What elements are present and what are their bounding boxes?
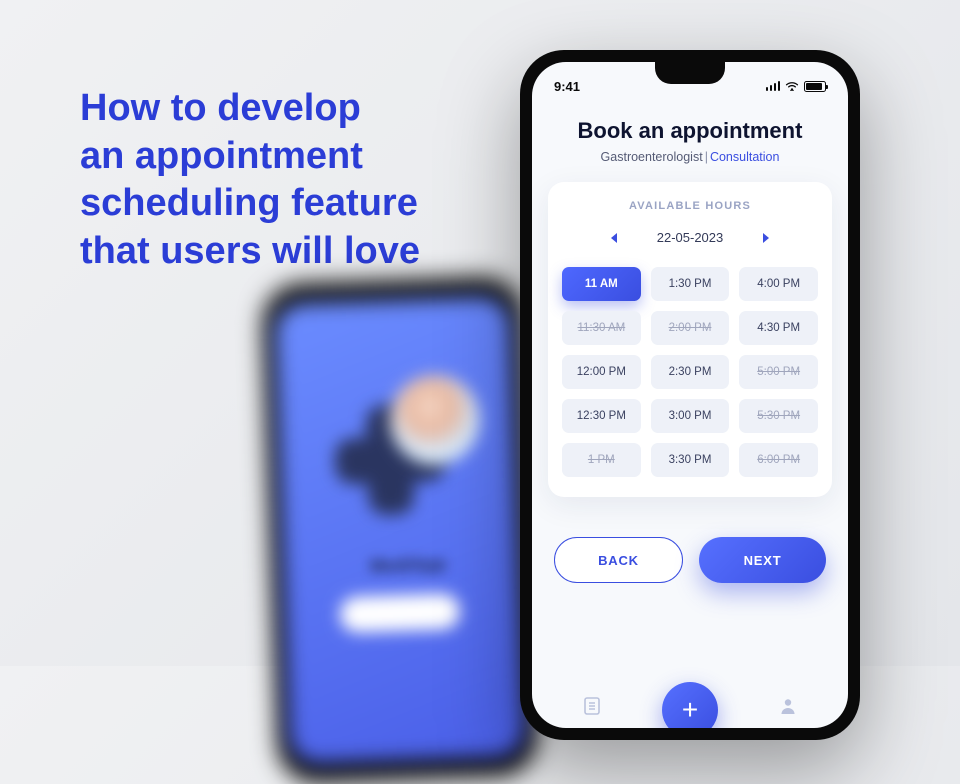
add-appointment-fab[interactable]: +: [662, 682, 718, 728]
person-icon: [778, 696, 798, 716]
chevron-right-icon: [761, 232, 771, 244]
time-slot[interactable]: 3:00 PM: [651, 399, 730, 433]
back-button[interactable]: BACK: [554, 537, 683, 583]
time-slot: 2:00 PM: [651, 311, 730, 345]
date-navigator: 22-05-2023: [562, 230, 818, 245]
card-header: AVAILABLE HOURS: [562, 200, 818, 212]
background-app-name: MediApp: [370, 554, 447, 578]
time-slot: 5:00 PM: [739, 355, 818, 389]
time-slot[interactable]: 2:30 PM: [651, 355, 730, 389]
time-slot[interactable]: 12:30 PM: [562, 399, 641, 433]
time-slot[interactable]: 11 AM: [562, 267, 641, 301]
cellular-signal-icon: [766, 81, 781, 91]
time-slot[interactable]: 4:30 PM: [739, 311, 818, 345]
time-slot[interactable]: 3:30 PM: [651, 443, 730, 477]
screen-subtitle: Gastroenterologist|Consultation: [548, 150, 832, 164]
time-slot[interactable]: 4:00 PM: [739, 267, 818, 301]
time-slot[interactable]: 1:30 PM: [651, 267, 730, 301]
plus-icon: +: [682, 696, 698, 724]
battery-icon: [804, 81, 826, 92]
wifi-icon: [785, 81, 799, 91]
prev-date-button[interactable]: [609, 232, 619, 244]
foreground-phone-frame: 9:41 Book an appointment Gastroenterolog…: [520, 50, 860, 740]
action-buttons: BACK NEXT: [548, 537, 832, 583]
time-slot: 6:00 PM: [739, 443, 818, 477]
chevron-left-icon: [609, 232, 619, 244]
time-slot[interactable]: 12:00 PM: [562, 355, 641, 389]
available-hours-card: AVAILABLE HOURS 22-05-2023 11 AM 1:30 PM 4…: [548, 182, 832, 497]
foreground-phone-screen: 9:41 Book an appointment Gastroenterolog…: [532, 62, 848, 728]
time-slot: 1 PM: [562, 443, 641, 477]
page-headline: How to developan appointmentscheduling f…: [80, 85, 420, 275]
phone-notch: [655, 62, 725, 84]
screen-title: Book an appointment: [548, 118, 832, 144]
nav-list-button[interactable]: [582, 696, 602, 721]
time-slots-grid: 11 AM 1:30 PM 4:00 PM 11:30 AM 2:00 PM 4:30 P…: [562, 267, 818, 477]
nav-profile-button[interactable]: [778, 696, 798, 721]
background-cta-button: [339, 593, 460, 633]
time-slot: 5:30 PM: [739, 399, 818, 433]
next-date-button[interactable]: [761, 232, 771, 244]
consultation-link[interactable]: Consultation: [710, 150, 780, 164]
background-phone-screen: [274, 296, 526, 764]
status-time: 9:41: [554, 79, 580, 94]
time-slot: 11:30 AM: [562, 311, 641, 345]
specialty-text: Gastroenterologist: [601, 150, 703, 164]
next-button[interactable]: NEXT: [699, 537, 826, 583]
list-icon: [582, 696, 602, 716]
selected-date[interactable]: 22-05-2023: [657, 230, 724, 245]
